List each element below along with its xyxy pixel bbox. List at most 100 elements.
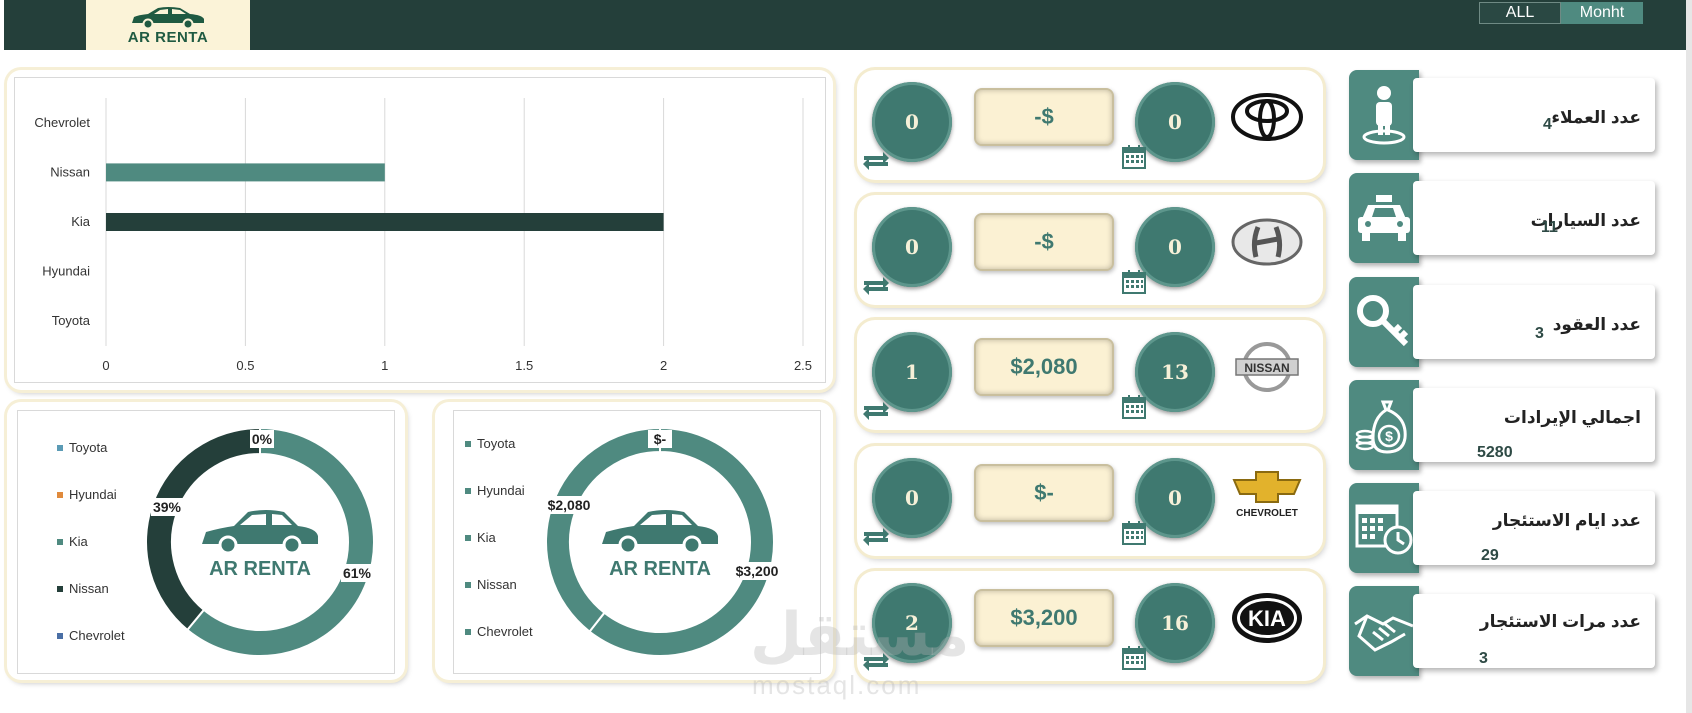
brand-row-chevrolet: 0 $- 0 CHEVROLET xyxy=(857,446,1323,556)
right-edge xyxy=(1686,0,1692,713)
rental-days-count: 0 xyxy=(1168,110,1182,134)
handshake-icon xyxy=(1354,614,1414,652)
top-bar: AR RENTA ALL Monht xyxy=(0,0,1692,50)
category-label: Hyundai xyxy=(42,264,90,279)
rentals-count: 1 xyxy=(905,360,919,384)
revenue-value: -$ xyxy=(1034,229,1054,254)
chevrolet-logo: CHEVROLET xyxy=(1227,460,1307,526)
hyundai-logo-icon xyxy=(1231,218,1303,266)
calendar-clock-icon xyxy=(1355,504,1413,555)
bar-kia xyxy=(106,213,664,231)
kpi-title: عدد العملاء xyxy=(1551,108,1641,127)
data-label: $3,200 xyxy=(736,563,779,579)
logo-text: AR RENTA xyxy=(127,28,209,46)
nissan-logo: NISSAN xyxy=(1227,334,1307,400)
rental-days-count: 0 xyxy=(1168,486,1182,510)
center-logo-text: AR RENTA xyxy=(209,558,311,580)
center-logo: AR RENTA xyxy=(602,510,718,580)
kpi-title: اجمالي الإيرادات xyxy=(1503,408,1641,427)
svg-text:$: $ xyxy=(1385,428,1393,444)
kpi-card: عدد السيارات 11 xyxy=(1349,173,1655,263)
category-label: Chevrolet xyxy=(34,115,90,130)
kpi-icon-box xyxy=(1349,483,1419,573)
rental-days-circle: 0 xyxy=(1135,82,1215,162)
data-label: 0% xyxy=(252,431,273,447)
chevrolet-logo-icon: CHEVROLET xyxy=(1232,471,1302,519)
repeat-icon xyxy=(863,277,889,295)
kpi-card: عدد العملاء 4 xyxy=(1349,70,1655,160)
revenue-box: -$ xyxy=(974,88,1114,146)
brand-row-toyota: 0 -$ 0 xyxy=(857,70,1323,180)
kpi-panel: عدد العملاء 4 xyxy=(1413,78,1655,152)
kpi-icon-box: $ xyxy=(1349,380,1419,470)
kpi-icon-box xyxy=(1349,173,1419,263)
watermark-sub: mostaql.com xyxy=(752,670,922,700)
rental-days-count: 16 xyxy=(1161,611,1189,635)
revenue-box: -$ xyxy=(974,213,1114,271)
calendar-icon xyxy=(1122,395,1146,419)
kpi-card: عدد مرات الاستئجار 3 xyxy=(1349,586,1655,676)
kpi-icon-box xyxy=(1349,277,1419,367)
toyota-logo xyxy=(1227,84,1307,150)
money-bag-icon: $ xyxy=(1355,400,1407,454)
revenue-value: -$ xyxy=(1034,104,1054,129)
bar-chart-card: 0 0.5 1 1.5 2 2.5 Chevrolet Nissan Kia Hyundai Toy… xyxy=(7,70,833,390)
repeat-icon xyxy=(863,402,889,420)
kpi-panel: عدد ايام الاستئجار 29 xyxy=(1413,491,1655,565)
revenue-box: $3,200 xyxy=(974,589,1114,647)
kpi-value: 11 xyxy=(1541,219,1558,236)
app-logo: AR RENTA xyxy=(86,0,250,50)
car-icon xyxy=(132,6,204,29)
kpi-title: عدد العقود xyxy=(1552,315,1641,334)
bar-nissan xyxy=(106,163,385,182)
x-tick-label: 0.5 xyxy=(236,358,254,373)
category-label: Nissan xyxy=(50,164,90,179)
kpi-value: 4 xyxy=(1543,116,1552,133)
kpi-title: عدد ايام الاستئجار xyxy=(1492,511,1641,530)
center-logo: AR RENTA xyxy=(202,510,318,580)
calendar-icon xyxy=(1122,145,1146,169)
rentals-count: 0 xyxy=(905,110,919,134)
rental-days-count: 0 xyxy=(1168,235,1182,259)
kpi-value: 5280 xyxy=(1477,444,1513,461)
donut-chart-1: AR RENTA 0% 61% 39% xyxy=(145,426,375,657)
kpi-icon-box xyxy=(1349,586,1419,676)
kpi-panel: عدد مرات الاستئجار 3 xyxy=(1413,594,1655,668)
kpi-card: عدد ايام الاستئجار 29 xyxy=(1349,483,1655,573)
category-label: Toyota xyxy=(52,313,91,328)
rentals-count: 0 xyxy=(905,486,919,510)
kpi-panel: عدد العقود 3 xyxy=(1413,285,1655,359)
brand-row-hyundai: 0 -$ 0 xyxy=(857,195,1323,305)
center-logo-text: AR RENTA xyxy=(609,558,711,580)
revenue-box: $- xyxy=(974,464,1114,522)
rentals-count: 0 xyxy=(905,235,919,259)
filter-month-button[interactable]: Monht xyxy=(1561,2,1643,24)
kpi-title: عدد مرات الاستئجار xyxy=(1479,612,1641,631)
repeat-icon xyxy=(863,152,889,170)
kpi-icon-box xyxy=(1349,70,1419,160)
category-label: Kia xyxy=(71,214,91,229)
revenue-value: $- xyxy=(1034,480,1054,505)
data-label: 61% xyxy=(343,565,372,581)
kpi-value: 3 xyxy=(1479,650,1488,667)
chevrolet-logo-text: CHEVROLET xyxy=(1236,508,1298,519)
key-icon xyxy=(1357,295,1409,347)
x-tick-label: 2.5 xyxy=(794,358,812,373)
repeat-icon xyxy=(863,528,889,546)
taxi-icon xyxy=(1358,195,1410,241)
x-tick-label: 0 xyxy=(102,358,109,373)
nissan-logo-text: NISSAN xyxy=(1244,361,1289,375)
rental-days-circle: 0 xyxy=(1135,207,1215,287)
x-tick-label: 1.5 xyxy=(515,358,533,373)
x-tick-label: 1 xyxy=(381,358,388,373)
kia-logo-icon: KIA xyxy=(1232,593,1302,643)
kpi-card: عدد العقود 3 xyxy=(1349,277,1655,367)
left-strip xyxy=(0,0,4,50)
kpi-card: $ اجمالي الإيرادات 5280 xyxy=(1349,380,1655,470)
filter-all-button[interactable]: ALL xyxy=(1479,2,1561,24)
kia-logo: KIA xyxy=(1227,585,1307,651)
kpi-value: 3 xyxy=(1535,325,1544,342)
revenue-value: $3,200 xyxy=(1010,605,1078,630)
rental-days-circle: 13 xyxy=(1135,332,1215,412)
toyota-logo-icon xyxy=(1231,93,1303,141)
